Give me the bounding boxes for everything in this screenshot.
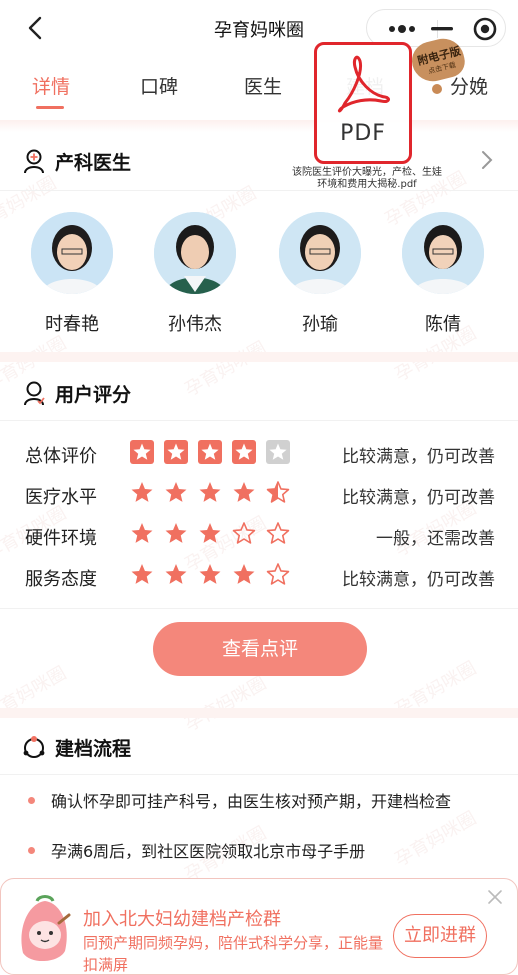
section-gap [0,352,518,362]
rating-row: 总体评价 比较满意，仍可改善 [0,436,518,470]
doctor-name: 孙伟杰 [168,314,222,335]
tab-delivery[interactable]: 分娩 [450,72,488,99]
divider [0,190,518,191]
doctor-avatar [31,212,113,294]
banner-title: 加入北大妇幼建档产检群 [83,909,281,930]
star-filled-icon [131,523,153,543]
rating-text: 一般，还需改善 [376,529,495,549]
rating-row: 硬件环境 一般，还需改善 [0,518,518,552]
tab-dot-indicator [432,84,442,94]
ratings-section-title: 用户评分 [55,384,132,406]
more-options-icon[interactable] [377,14,427,44]
doctor-name: 陈倩 [425,314,461,335]
close-program-icon[interactable] [467,14,503,44]
rating-row: 服务态度 比较满意，仍可改善 [0,559,518,593]
rating-stars [128,521,298,547]
star-filled-icon [165,564,187,584]
star-filled-icon [131,482,153,502]
tab-doctors[interactable]: 医生 [244,72,282,99]
rating-label: 总体评价 [25,446,97,467]
doctors-section-header[interactable]: 产科医生 [0,136,518,190]
rating-stars [128,480,298,506]
star-empty-icon [266,522,290,544]
watermark-text: 孕育妈咪圈 [391,807,480,871]
join-group-banner[interactable]: 加入北大妇幼建档产检群 同预产期同频孕妈，陪伴式科学分享，正能量扣满屏 立即进群 [0,878,518,975]
process-step-text: 确认怀孕即可挂产科号，由医生核对预产期，开建档检查 [51,792,452,811]
divider [0,420,518,421]
rating-stars [128,439,298,465]
tab-reviews[interactable]: 口碑 [140,72,178,99]
rating-stars [128,562,298,588]
rating-label: 医疗水平 [25,487,97,508]
rating-label: 服务态度 [25,569,97,590]
close-icon[interactable] [485,887,505,907]
star-filled-icon [131,564,153,584]
doctor-avatar [154,212,236,294]
doctor-icon [24,149,44,174]
star-filled-icon [165,482,187,502]
star-filled-icon [165,523,187,543]
process-section-header: 建档流程 [0,722,518,776]
doctors-section-title: 产科医生 [55,152,132,174]
star-rating-graphic [131,522,290,544]
view-reviews-button[interactable]: 查看点评 [153,622,367,676]
tab-active-indicator [36,106,64,109]
doctor-card[interactable]: 孙瑜 [275,212,365,336]
rating-label: 硬件环境 [25,528,97,549]
mascot-icon [21,895,71,962]
divider [0,608,518,609]
user-icon [24,381,45,406]
star-rating-graphic [130,440,290,464]
doctor-name: 孙瑜 [302,314,338,335]
star-filled-icon [199,523,221,543]
doctor-card[interactable]: 陈倩 [398,212,488,336]
join-group-button[interactable]: 立即进群 [393,914,487,958]
doctor-avatar [402,212,484,294]
process-section-title: 建档流程 [55,738,132,760]
doctor-avatar [279,212,361,294]
doctor-card[interactable]: 孙伟杰 [150,212,240,336]
star-rating-graphic [131,563,290,585]
chevron-right-icon[interactable] [478,148,496,172]
star-filled-icon [199,564,221,584]
pdf-acrobat-icon [337,55,390,113]
star-filled-icon [233,564,255,584]
rating-text: 比较满意，仍可改善 [342,570,495,590]
divider [0,774,518,775]
star-filled-icon [199,482,221,502]
doctor-name: 时春艳 [45,314,99,335]
star-empty-icon [232,522,256,544]
doctor-card[interactable]: 时春艳 [27,212,117,336]
ratings-section-header: 用户评分 [0,368,518,422]
rating-text: 比较满意，仍可改善 [342,488,495,508]
tab-details[interactable]: 详情 [32,72,70,99]
rating-row: 医疗水平 比较满意，仍可改善 [0,477,518,511]
banner-description: 同预产期同频孕妈，陪伴式科学分享，正能量扣满屏 [83,934,384,974]
tab-shadow [0,120,518,132]
rating-text: 比较满意，仍可改善 [342,447,495,467]
process-step-text: 孕满6周后，到社区医院领取北京市母子手册 [51,842,366,861]
section-gap [0,708,518,718]
star-empty-icon [266,563,290,585]
process-cycle-icon [23,736,45,758]
star-rating-graphic [131,481,290,503]
bullet-dot [28,847,35,854]
star-filled-icon [233,482,255,502]
bullet-dot [28,797,35,804]
